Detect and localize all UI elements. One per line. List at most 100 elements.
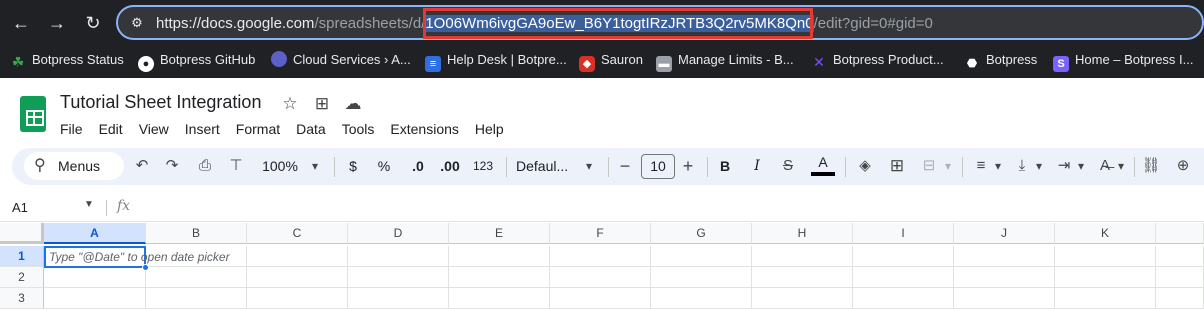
bookmark-sauron[interactable]: ◆ Sauron: [579, 51, 643, 72]
merge-cells-icon[interactable]: ⊟: [918, 154, 940, 178]
menu-tools[interactable]: Tools: [334, 118, 383, 140]
decrease-decimal-button[interactable]: .0: [406, 154, 430, 178]
grid-cell[interactable]: [752, 267, 853, 288]
column-header-b[interactable]: B: [146, 223, 247, 244]
grid-cell[interactable]: [247, 288, 348, 309]
strikethrough-icon[interactable]: S: [777, 154, 799, 178]
number-format-button[interactable]: 123: [470, 154, 496, 178]
menu-edit[interactable]: Edit: [91, 118, 131, 140]
menu-data[interactable]: Data: [288, 118, 334, 140]
move-folder-icon[interactable]: ⊞: [311, 93, 333, 115]
column-header-c[interactable]: C: [247, 223, 348, 244]
undo-icon[interactable]: ↶: [132, 154, 152, 178]
fill-handle[interactable]: [142, 264, 149, 271]
bookmark-home-botpress[interactable]: S Home – Botpress I...: [1053, 51, 1194, 72]
menu-view[interactable]: View: [131, 118, 177, 140]
grid-cell[interactable]: [1055, 246, 1156, 267]
grid-cell[interactable]: [853, 267, 954, 288]
text-rotation-icon[interactable]: A̶: [1094, 154, 1116, 178]
grid-cell[interactable]: [44, 267, 146, 288]
sheets-logo-icon[interactable]: [20, 96, 46, 132]
italic-button[interactable]: I: [747, 154, 767, 178]
grid-cell[interactable]: [1156, 267, 1204, 288]
column-header-k[interactable]: K: [1055, 223, 1156, 244]
grid-cell[interactable]: [1055, 267, 1156, 288]
redo-icon[interactable]: ↷: [162, 154, 182, 178]
bookmark-botpress[interactable]: ⬣ Botpress: [964, 51, 1038, 70]
horizontal-align-icon[interactable]: ≡: [970, 154, 992, 178]
halign-chevron-down-icon[interactable]: ▾: [992, 154, 1004, 178]
grid-cell[interactable]: [853, 288, 954, 309]
row-header-3[interactable]: 3: [0, 288, 44, 309]
grid-cell[interactable]: [752, 288, 853, 309]
menu-file[interactable]: File: [52, 118, 91, 140]
rotation-chevron-down-icon[interactable]: ▾: [1115, 154, 1127, 178]
column-header-f[interactable]: F: [550, 223, 651, 244]
grid-cell[interactable]: [348, 267, 449, 288]
valign-chevron-down-icon[interactable]: ▾: [1033, 154, 1045, 178]
grid-cell[interactable]: [348, 288, 449, 309]
font-size-input[interactable]: 10: [641, 154, 675, 179]
bookmark-botpress-product[interactable]: ✕ Botpress Product...: [811, 51, 943, 70]
decrease-font-size-icon[interactable]: −: [616, 154, 634, 178]
menu-insert[interactable]: Insert: [177, 118, 228, 140]
grid-cell[interactable]: [146, 288, 247, 309]
grid-cell[interactable]: [146, 267, 247, 288]
row-header-1[interactable]: 1: [0, 246, 44, 267]
site-settings-icon[interactable]: ⚙: [128, 14, 146, 32]
menu-format[interactable]: Format: [228, 118, 288, 140]
grid-cell[interactable]: [247, 246, 348, 267]
star-icon[interactable]: ☆: [279, 93, 301, 115]
insert-link-icon[interactable]: ⛓: [1140, 154, 1162, 178]
currency-format-button[interactable]: $: [344, 154, 362, 178]
wrap-chevron-down-icon[interactable]: ▾: [1075, 154, 1087, 178]
grid-cell[interactable]: [550, 288, 651, 309]
column-header-g[interactable]: G: [651, 223, 752, 244]
paint-format-icon[interactable]: ⊤: [225, 154, 247, 178]
select-all-corner[interactable]: [0, 223, 44, 244]
forward-arrow-icon[interactable]: →: [44, 10, 70, 36]
bookmark-cloud-services[interactable]: Cloud Services › A...: [271, 51, 411, 69]
grid-cell[interactable]: [247, 267, 348, 288]
grid-cell[interactable]: [44, 288, 146, 309]
grid-cell[interactable]: [954, 246, 1055, 267]
row-header-2[interactable]: 2: [0, 267, 44, 288]
menu-extensions[interactable]: Extensions: [382, 118, 466, 140]
document-title[interactable]: Tutorial Sheet Integration: [60, 92, 261, 113]
grid-cell[interactable]: [954, 288, 1055, 309]
grid-cell[interactable]: [550, 246, 651, 267]
menu-help[interactable]: Help: [467, 118, 512, 140]
grid-cell[interactable]: [449, 288, 550, 309]
increase-decimal-button[interactable]: .00: [436, 154, 464, 178]
bookmark-help-desk[interactable]: ≡ Help Desk | Botpre...: [425, 51, 567, 72]
column-header-a[interactable]: A: [44, 223, 146, 244]
fill-color-icon[interactable]: ◈: [854, 154, 876, 178]
font-family-select[interactable]: Defaul...: [516, 154, 586, 178]
back-arrow-icon[interactable]: ←: [8, 10, 34, 36]
bookmark-manage-limits[interactable]: ▬ Manage Limits - B...: [656, 51, 794, 72]
percent-format-button[interactable]: %: [374, 154, 394, 178]
name-box[interactable]: A1: [12, 200, 28, 215]
vertical-align-icon[interactable]: ⤓: [1011, 154, 1033, 178]
grid-cell[interactable]: [348, 246, 449, 267]
text-wrapping-icon[interactable]: ⇥: [1053, 154, 1075, 178]
grid-cell[interactable]: [853, 246, 954, 267]
bookmark-botpress-status[interactable]: ☘ Botpress Status: [10, 51, 124, 70]
text-color-button[interactable]: A: [811, 150, 835, 174]
column-header-l[interactable]: [1156, 223, 1204, 244]
zoom-select[interactable]: 100%: [258, 154, 302, 178]
menus-search-button[interactable]: ⚲ Menus: [24, 152, 124, 180]
font-chevron-down-icon[interactable]: ▾: [582, 154, 596, 178]
name-box-chevron-down-icon[interactable]: ▼: [84, 199, 94, 210]
column-header-i[interactable]: I: [853, 223, 954, 244]
column-header-e[interactable]: E: [449, 223, 550, 244]
increase-font-size-icon[interactable]: +: [679, 154, 697, 178]
grid-cell[interactable]: [449, 246, 550, 267]
grid-cell[interactable]: [550, 267, 651, 288]
grid-cell[interactable]: [1156, 246, 1204, 267]
merge-chevron-down-icon[interactable]: ▾: [942, 154, 954, 178]
reload-icon[interactable]: ↻: [80, 10, 106, 36]
column-header-j[interactable]: J: [954, 223, 1055, 244]
grid-cell[interactable]: [449, 267, 550, 288]
cloud-status-icon[interactable]: ☁: [342, 93, 364, 115]
